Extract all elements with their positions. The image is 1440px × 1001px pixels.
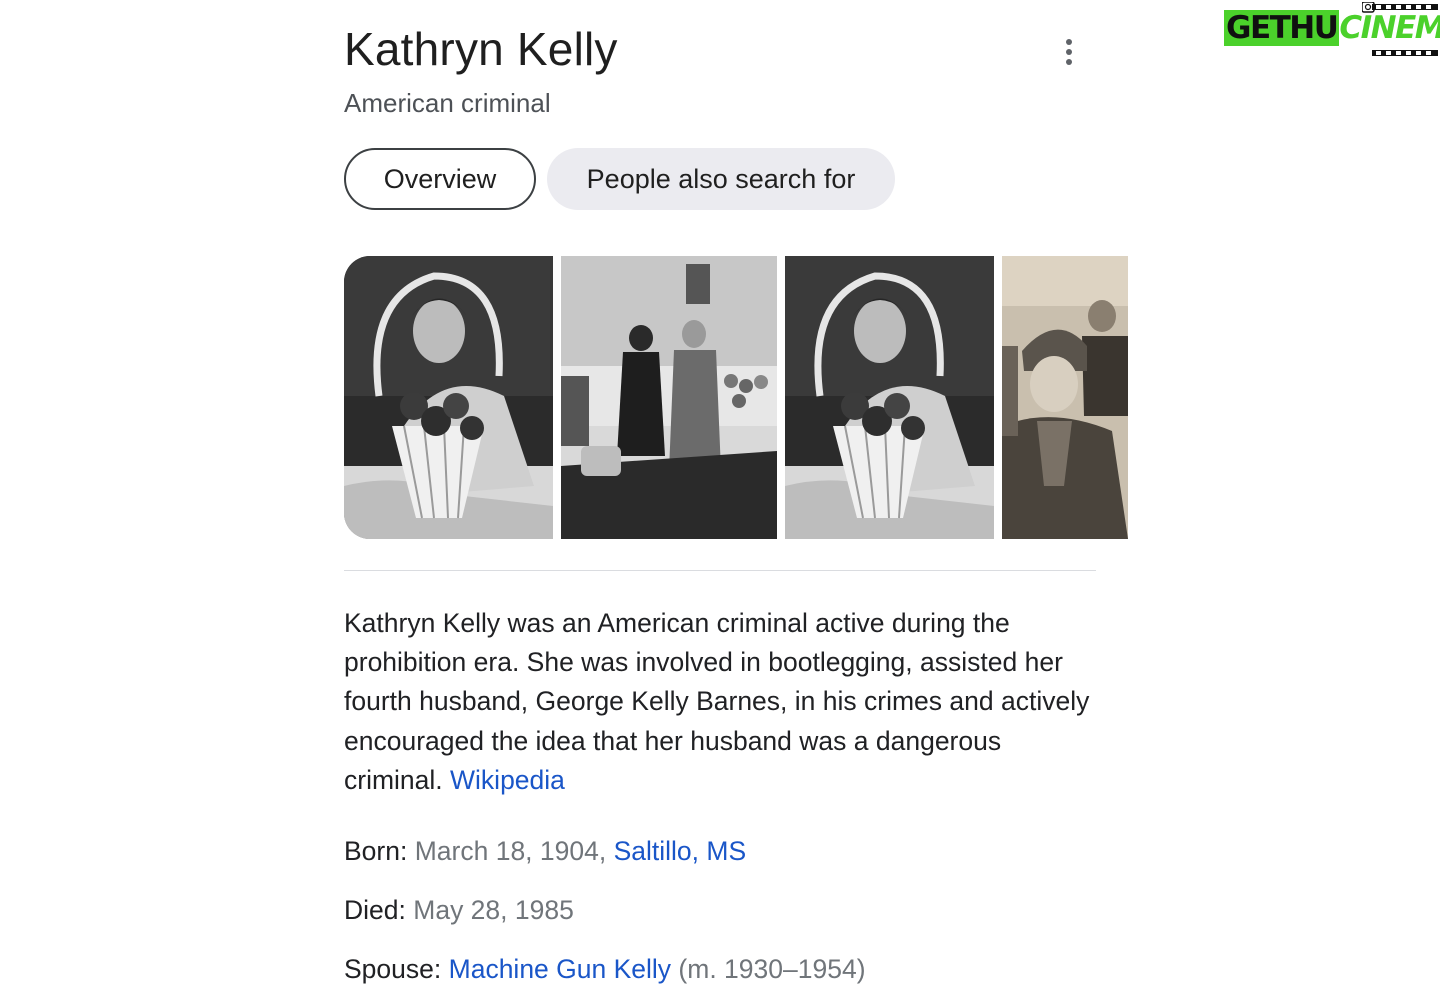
wikipedia-link[interactable]: Wikipedia — [450, 765, 565, 795]
fact-born-value: March 18, 1904, — [414, 836, 607, 866]
spouse-link[interactable]: Machine Gun Kelly — [449, 954, 671, 984]
entity-subtitle: American criminal — [344, 88, 551, 118]
knowledge-panel: Kathryn Kelly American criminal Overview… — [0, 0, 1440, 1001]
fact-spouse-value: (m. 1930–1954) — [678, 954, 866, 984]
photo-woman-basket[interactable] — [344, 256, 553, 539]
birthplace-link[interactable]: Saltillo, MS — [614, 836, 747, 866]
photo-woman-hat[interactable] — [1002, 256, 1128, 539]
fact-died-value: May 28, 1985 — [413, 895, 574, 925]
page-title: Kathryn Kelly — [344, 23, 618, 75]
menu-dot — [1066, 59, 1072, 65]
tab-people-also-search-for[interactable]: People also search for — [547, 148, 895, 210]
fact-spouse-label: Spouse: — [344, 954, 442, 984]
more-vert-icon[interactable] — [1050, 32, 1088, 72]
fact-born: Born: March 18, 1904, Saltillo, MS — [344, 836, 746, 867]
menu-dot — [1066, 49, 1072, 55]
photo-woman-basket-alt[interactable] — [785, 256, 994, 539]
entity-description: Kathryn Kelly was an American criminal a… — [344, 604, 1104, 800]
fact-died-label: Died: — [344, 895, 406, 925]
image-gallery — [344, 256, 1128, 539]
fact-died: Died: May 28, 1985 — [344, 895, 574, 926]
film-strip-icon — [1362, 2, 1438, 56]
fact-born-label: Born: — [344, 836, 408, 866]
fact-spouse: Spouse: Machine Gun Kelly (m. 1930–1954) — [344, 954, 866, 985]
menu-dot — [1066, 39, 1072, 45]
watermark-logo: GETHUCINEMA — [1222, 2, 1440, 58]
watermark-part1: GETHU — [1224, 10, 1340, 46]
section-divider — [344, 570, 1096, 571]
photo-courtroom[interactable] — [561, 256, 777, 539]
tab-overview[interactable]: Overview — [344, 148, 536, 210]
